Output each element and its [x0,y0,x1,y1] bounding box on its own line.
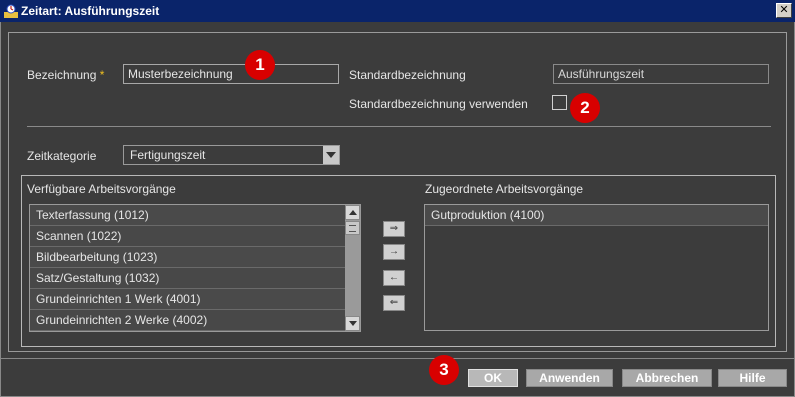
add-all-button[interactable]: ⇒ [383,221,405,237]
available-list[interactable]: Texterfassung (1012) Scannen (1022) Bild… [29,204,361,332]
available-rows: Texterfassung (1012) Scannen (1022) Bild… [30,205,346,331]
required-marker: * [99,68,105,82]
main-panel: Bezeichnung * Musterbezeichnung Standard… [8,32,787,352]
apply-button[interactable]: Anwenden [526,369,613,387]
available-title: Verfügbare Arbeitsvorgänge [27,182,176,196]
callout-badge-3: 3 [429,355,459,385]
zeitkategorie-select[interactable]: Fertigungszeit [123,145,340,165]
list-item[interactable]: Texterfassung (1012) [30,205,346,226]
list-item[interactable]: Grundeinrichten 2 Werke (4002) [30,310,346,331]
callout-badge-2: 2 [570,93,600,123]
close-icon: ✕ [779,4,789,16]
app-icon [4,4,18,18]
list-item[interactable]: Bildbearbeitung (1023) [30,247,346,268]
callout-badge-1: 1 [245,50,275,80]
available-scrollbar[interactable] [345,205,360,331]
remove-button[interactable]: ← [383,270,405,286]
scroll-thumb[interactable] [345,221,360,235]
title-bar: Zeitart: Ausführungszeit ✕ [0,0,795,22]
list-item[interactable]: Grundeinrichten 1 Werk (4001) [30,289,346,310]
list-item[interactable]: Scannen (1022) [30,226,346,247]
zeitkategorie-value: Fertigungszeit [130,148,206,162]
cancel-button[interactable]: Abbrechen [622,369,712,387]
scroll-up-icon[interactable] [345,205,360,220]
scroll-down-icon[interactable] [345,316,360,331]
use-standard-checkbox[interactable] [552,95,567,110]
zeitkategorie-label: Zeitkategorie [27,149,97,163]
window-title: Zeitart: Ausführungszeit [21,4,160,18]
bezeichnung-label-text: Bezeichnung [27,68,97,82]
list-item[interactable]: Gutproduktion (4100) [425,205,768,226]
separator [27,126,771,127]
bezeichnung-label: Bezeichnung * [27,68,104,82]
use-standard-label: Standardbezeichnung verwenden [349,97,528,111]
help-button[interactable]: Hilfe [718,369,787,387]
remove-all-button[interactable]: ⇐ [383,295,405,311]
standardbezeichnung-field[interactable]: Ausführungszeit [553,64,769,84]
list-item[interactable]: Satz/Gestaltung (1032) [30,268,346,289]
standardbezeichnung-label: Standardbezeichnung [349,68,466,82]
assigned-list[interactable]: Gutproduktion (4100) [424,204,769,331]
bezeichnung-input[interactable]: Musterbezeichnung [123,64,339,84]
chevron-down-icon[interactable] [323,146,339,164]
ok-button[interactable]: OK [468,369,518,387]
dialog-body: Bezeichnung * Musterbezeichnung Standard… [0,22,795,397]
assignment-group: Verfügbare Arbeitsvorgänge Zugeordnete A… [21,175,776,347]
add-button[interactable]: → [383,244,405,260]
button-bar: OK Anwenden Abbrechen Hilfe [1,358,794,396]
assigned-title: Zugeordnete Arbeitsvorgänge [425,182,584,196]
close-button[interactable]: ✕ [776,3,792,18]
